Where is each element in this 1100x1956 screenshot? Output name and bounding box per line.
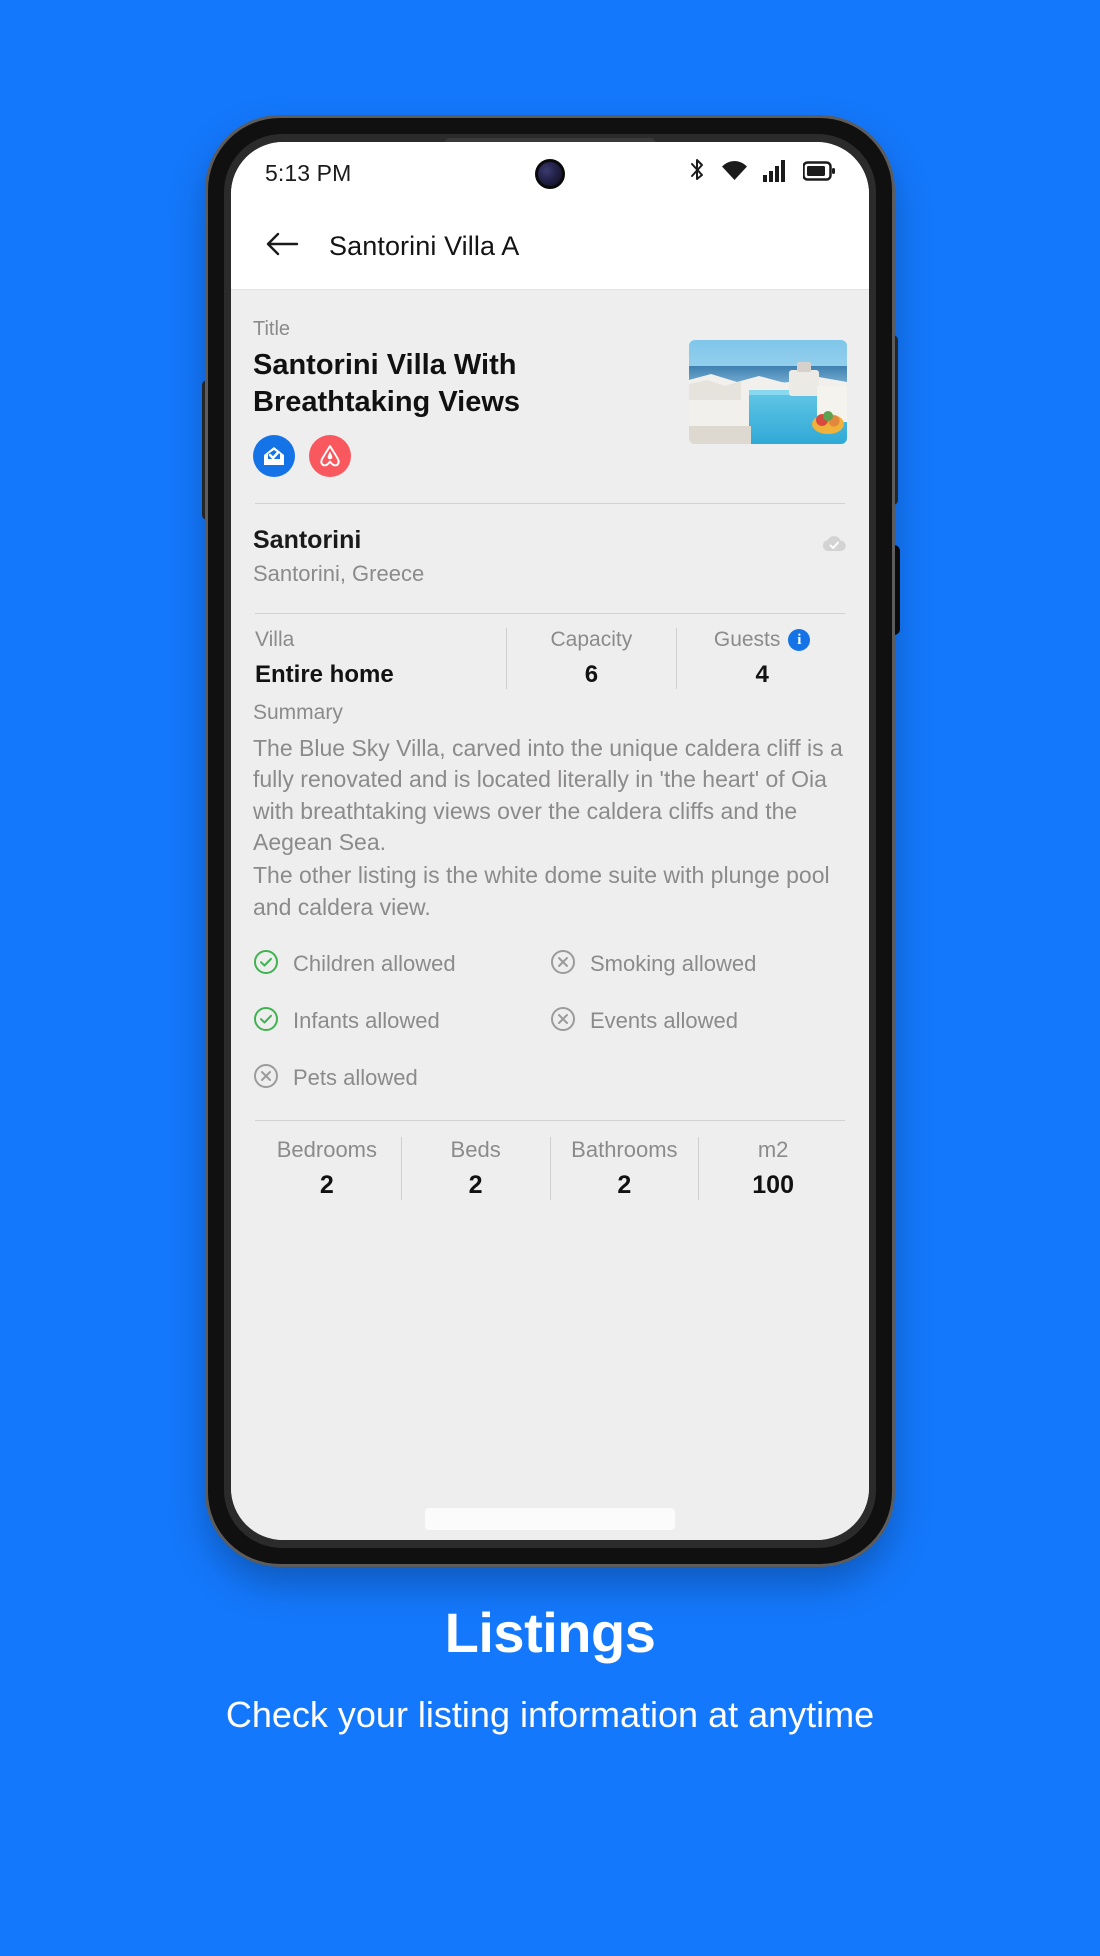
summary-paragraph-2: The other listing is the white dome suit… xyxy=(253,862,830,920)
room-stats-row: Bedrooms 2 Beds 2 Bathrooms 2 m2 100 xyxy=(253,1121,847,1200)
location-name: Santorini xyxy=(253,526,362,555)
back-button[interactable] xyxy=(259,224,305,270)
house-rules-row: Children allowed Smoking allowed xyxy=(253,949,847,980)
bluetooth-icon xyxy=(689,158,706,189)
stat-guests: Guests i 4 xyxy=(676,628,847,690)
phone-bezel: 5:13 PM Santorini Villa A Title Santorin… xyxy=(224,134,876,1548)
battery-icon xyxy=(802,160,835,186)
stat-villa: Villa Entire home xyxy=(253,628,506,689)
home-indicator xyxy=(425,1508,675,1530)
stat-guests-label: Guests xyxy=(713,628,781,652)
caption-subtitle: Check your listing information at anytim… xyxy=(225,1694,875,1735)
stat-guests-value: 4 xyxy=(755,661,769,689)
wifi-icon xyxy=(721,160,748,187)
booking-verified-badge[interactable] xyxy=(253,435,295,478)
stat-bedrooms-label: Bedrooms xyxy=(276,1136,378,1162)
stat-area-value: 100 xyxy=(752,1170,794,1199)
rule-smoking-allowed: Smoking allowed xyxy=(550,949,847,980)
stat-beds: Beds 2 xyxy=(400,1136,550,1200)
listing-title: Santorini Villa With Breathtaking Views xyxy=(253,349,521,419)
stat-beds-value: 2 xyxy=(468,1170,483,1199)
title-section: Title Santorini Villa With Breathtaking … xyxy=(253,290,847,478)
listing-thumbnail[interactable] xyxy=(689,340,847,444)
rule-infants-allowed: Infants allowed xyxy=(253,1006,550,1037)
location-address: Santorini, Greece xyxy=(253,561,425,587)
status-icons xyxy=(689,158,835,189)
stat-area-label: m2 xyxy=(757,1136,789,1162)
rule-label: Infants allowed xyxy=(293,1008,440,1034)
house-rules-row: Infants allowed Events allowed xyxy=(253,1006,847,1037)
promo-screenshot: 5:13 PM Santorini Villa A Title Santorin… xyxy=(0,0,1100,1956)
rule-label: Pets allowed xyxy=(293,1065,418,1091)
x-circle-icon xyxy=(550,949,576,980)
check-circle-icon xyxy=(253,1006,279,1037)
stat-bedrooms-value: 2 xyxy=(319,1170,334,1199)
status-bar: 5:13 PM xyxy=(231,142,869,204)
stat-bathrooms-value: 2 xyxy=(617,1170,632,1199)
stat-villa-label: Villa xyxy=(255,628,295,652)
stat-capacity-value: 6 xyxy=(584,661,599,689)
summary-label: Summary xyxy=(253,701,343,725)
rule-label: Children allowed xyxy=(293,951,456,977)
x-circle-icon xyxy=(550,1006,576,1037)
stat-area: m2 100 xyxy=(698,1136,847,1200)
stat-bathrooms: Bathrooms 2 xyxy=(549,1136,699,1200)
page-title: Santorini Villa A xyxy=(329,231,520,261)
front-camera-punchhole xyxy=(535,159,565,189)
channel-badges xyxy=(253,435,675,478)
phone-frame: 5:13 PM Santorini Villa A Title Santorin… xyxy=(208,118,892,1564)
summary-body: The Blue Sky Villa, carved into the uniq… xyxy=(253,733,847,923)
property-stats-row: Villa Entire home Capacity 6 Guests i 4 xyxy=(253,614,847,690)
cloud-sync-icon[interactable] xyxy=(821,534,847,558)
rule-events-allowed: Events allowed xyxy=(550,1006,847,1037)
title-field-label: Title xyxy=(253,318,291,340)
rule-pets-allowed: Pets allowed xyxy=(253,1063,550,1094)
back-arrow-icon xyxy=(265,230,299,263)
airbnb-badge[interactable] xyxy=(309,435,351,478)
rule-spacer xyxy=(550,1063,847,1094)
summary-paragraph-1: The Blue Sky Villa, carved into the uniq… xyxy=(253,735,843,856)
status-time: 5:13 PM xyxy=(265,159,352,186)
phone-screen: 5:13 PM Santorini Villa A Title Santorin… xyxy=(231,142,869,1540)
location-section: Santorini Santorini, Greece xyxy=(253,504,847,587)
listing-detail-content: Title Santorini Villa With Breathtaking … xyxy=(231,290,869,1540)
stat-villa-value: Entire home xyxy=(255,661,394,689)
promo-caption: Listings Check your listing information … xyxy=(0,1600,1100,1739)
stat-bathrooms-label: Bathrooms xyxy=(571,1136,678,1162)
house-rules-grid: Children allowed Smoking allowed Infants… xyxy=(253,949,847,1094)
stat-beds-label: Beds xyxy=(450,1136,501,1162)
app-bar: Santorini Villa A xyxy=(231,204,869,290)
check-circle-icon xyxy=(253,949,279,980)
rule-label: Events allowed xyxy=(590,1008,738,1034)
info-icon[interactable]: i xyxy=(788,629,811,652)
rule-label: Smoking allowed xyxy=(590,951,757,977)
cellular-signal-icon xyxy=(763,159,788,187)
stat-capacity-label: Capacity xyxy=(550,628,633,652)
stat-bedrooms: Bedrooms 2 xyxy=(253,1137,401,1200)
house-rules-row: Pets allowed xyxy=(253,1063,847,1094)
stat-capacity: Capacity 6 xyxy=(505,628,677,690)
x-circle-icon xyxy=(253,1063,279,1094)
rule-children-allowed: Children allowed xyxy=(253,949,550,980)
caption-title: Listings xyxy=(444,1601,656,1664)
